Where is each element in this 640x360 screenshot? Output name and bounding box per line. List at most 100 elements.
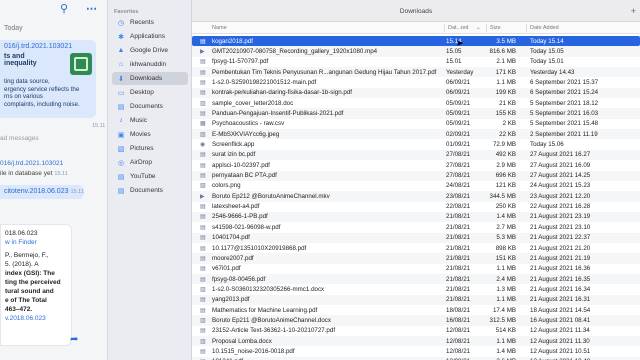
file-row[interactable]: ▤ 23152-Article Text-36362-1-10-20210727.…	[192, 326, 640, 336]
file-row[interactable]: ▤ applsci-10-02397.pdf 27/08/21 2.9 MB 27 Au…	[192, 160, 640, 170]
file-date-modified: 18/08/21	[446, 306, 471, 314]
file-row[interactable]: ▤ v67i01.pdf 21/08/21 1.1 MB 21 August 2021 …	[192, 264, 640, 274]
file-row[interactable]: ▥ Proposal Lomba.docx 12/08/21 1.1 MB 12 Aug…	[192, 336, 640, 347]
file-date-modified: 21/08/21	[446, 244, 471, 252]
file-row[interactable]: ▤ yang2013.pdf 21/08/21 1.1 MB 21 August 202…	[192, 294, 640, 306]
file-date-added: 12 August 2021 11.30	[530, 337, 590, 345]
folder-icon: ▤	[117, 103, 125, 111]
file-row[interactable]: ▥ Boruto Ep211 @BorutoAnimeChannel.docx 16…	[192, 315, 640, 326]
message-bubble[interactable]: citotenv.2018.06.023 15.11	[0, 185, 84, 199]
sidebar-item[interactable]: ▧ Pictures	[112, 142, 188, 155]
file-date-modified: 21/08/21	[446, 213, 471, 221]
message-link[interactable]: 016/j.trd.2021.103021	[4, 43, 92, 50]
citation-card[interactable]: 018.06.023 w in Finder P., Bermejo, F., …	[0, 224, 72, 346]
file-row[interactable]: ▤ pernyataan BC PTA.pdf 27/08/21 696 KB 27 A…	[192, 170, 640, 181]
file-row[interactable]: ▤ s41598-021-96098-w.pdf 21/08/21 2.7 MB 21 …	[192, 222, 640, 232]
column-date-modified[interactable]: Dat...ied	[448, 25, 468, 31]
video-file-icon: ▶	[200, 48, 205, 55]
message-link[interactable]: 016/j.trd.2021.103021	[0, 160, 63, 167]
more-icon[interactable]: ⋯	[86, 2, 97, 15]
message-bubble[interactable]: 016/j.trd.2021.103021 ts and inequality …	[0, 40, 96, 118]
sidebar-item[interactable]: ▤ Documents	[112, 100, 188, 113]
file-date-modified: 05/09/21	[446, 109, 471, 117]
file-row[interactable]: ▤ 10.1515_noise-2016-0018.pdf 12/08/21 1.4 …	[192, 347, 640, 357]
file-row[interactable]: ▤ Pembentukan Tim Teknis Penyusunan R...a…	[192, 67, 640, 78]
file-row[interactable]: ▤ 10401704.pdf 21/08/21 5.3 MB 21 August 202…	[192, 232, 640, 243]
sidebar-item[interactable]: ⌂ ikhwanuddin	[112, 58, 188, 71]
sidebar-item[interactable]: ▲ Google Drive	[112, 44, 188, 57]
file-row[interactable]: ▤ Panduan-Pengajuan-Insentif-Publikasi-20…	[192, 108, 640, 119]
pdf-file-icon: ▤	[200, 307, 206, 314]
file-row[interactable]: ▧ colors.png 24/08/21 121 KB 24 August 2021 …	[192, 181, 640, 191]
file-row[interactable]: ▤ kogan2018.pdf 15.14 3.5 MB Today 15.14	[192, 36, 640, 47]
file-row[interactable]: ▤ surat izin bc.pdf 27/08/21 492 KB 27 Augus…	[192, 149, 640, 161]
column-date-added[interactable]: Date Added	[530, 25, 559, 31]
column-name[interactable]: Name	[212, 25, 227, 31]
file-name: Screenflick.app	[212, 141, 255, 148]
file-row[interactable]: ▤ Mathematics for Machine Learning.pdf 18/…	[192, 305, 640, 315]
sidebar-item[interactable]: ◎ AirDrop	[112, 156, 188, 169]
file-name: latexsheet-a4.pdf	[212, 203, 260, 211]
pdf-file-icon: ▤	[200, 349, 206, 355]
file-date-modified: 21/08/21	[446, 234, 471, 242]
file-row[interactable]: ▤ 10.1177@1351010X20919868.pdf 21/08/21 898…	[192, 243, 640, 253]
file-row[interactable]: ▤ 1-s2.0-S2590198221001512-main.pdf 06/09/…	[192, 77, 640, 87]
card-text: P., Bermejo, F.,	[5, 252, 49, 259]
file-row[interactable]: ▥ 1-s2.0-S0360132320305266-mmc1.docx 21/08…	[192, 284, 640, 294]
file-name: Psychoacoustics - raw.csv	[212, 120, 285, 128]
file-row[interactable]: ▤ fpsyg-08-00456.pdf 21/08/21 2.4 MB 21 Augu…	[192, 274, 640, 285]
search-icon[interactable]: ⚲	[60, 2, 68, 15]
sidebar-item[interactable]: ▤ YouTube	[112, 170, 188, 183]
sidebar-item[interactable]: ♪ Music	[112, 114, 188, 127]
sidebar-item[interactable]: ⬇ Downloads	[112, 72, 188, 85]
document-file-icon: ▥	[200, 317, 206, 324]
message-link[interactable]: citotenv.2018.06.023	[4, 188, 68, 195]
sidebar-item-label: Music	[130, 117, 147, 124]
file-row[interactable]: ▤ latexsheet-a4.pdf 22/08/21 250 KB 22 Augus…	[192, 202, 640, 212]
file-row[interactable]: ▶ Boruto Ep212 @BorutoAnimeChannel.mkv 23/…	[192, 191, 640, 202]
sidebar-item[interactable]: ▣ Movies	[112, 128, 188, 141]
share-icon[interactable]: ➦	[70, 334, 78, 345]
show-in-finder-link[interactable]: w in Finder	[5, 238, 67, 247]
pdf-file-icon: ▤	[200, 110, 206, 117]
finder-sidebar: Favorites ◷ Recents ✱ Applications ▲ Google D…	[108, 0, 192, 360]
file-row[interactable]: ▦ Psychoacoustics - raw.csv 05/09/21 2 KB 5 …	[192, 119, 640, 129]
sidebar-item-label: Applications	[130, 33, 166, 40]
pdf-file-icon: ▤	[200, 38, 206, 45]
favorites-label: Favorites	[114, 9, 139, 15]
file-row[interactable]: ▧ E-MbSXKVIAYcc6g.jpeg 02/09/21 22 KB 2 Sept…	[192, 129, 640, 140]
home-icon: ⌂	[118, 61, 124, 68]
pdf-file-icon: ▤	[200, 235, 206, 242]
column-size[interactable]: Size	[490, 25, 501, 31]
picture-icon: ▧	[117, 145, 125, 153]
file-size: 155 KB	[495, 109, 516, 117]
add-tab-icon[interactable]: +	[631, 6, 636, 16]
file-size: 3.5 MB	[496, 37, 516, 45]
file-row[interactable]: ▥ sample_cover_letter2018.doc 05/09/21 21 K…	[192, 98, 640, 108]
pdf-file-icon: ▤	[200, 245, 206, 252]
file-date-modified: 21/08/21	[446, 275, 471, 283]
pdf-file-icon: ▤	[200, 328, 206, 335]
file-date-added: 21 August 2021 16.31	[530, 296, 591, 304]
pdf-file-icon: ▤	[200, 266, 206, 273]
file-row[interactable]: ▤ moore2007.pdf 21/08/21 151 KB 21 August 20…	[192, 253, 640, 264]
folder-icon: ▤	[117, 173, 125, 181]
card-text: e of The Total	[5, 297, 47, 304]
sidebar-item[interactable]: ✱ Applications	[112, 30, 188, 43]
finder-window: Favorites ◷ Recents ✱ Applications ▲ Google D…	[108, 0, 640, 360]
sidebar-item[interactable]: ▤ Documents	[112, 184, 188, 197]
sort-chevron-icon[interactable]: ⌄	[476, 25, 481, 31]
file-row[interactable]: ▤ 2546-9666-1-PB.pdf 21/08/21 1.4 MB 21 Augu…	[192, 211, 640, 223]
file-row[interactable]: ▶ GMT20210907-080758_Recording_gallery_19…	[192, 46, 640, 57]
card-link[interactable]: v.2018.06.023	[5, 314, 67, 323]
file-size: 2.4 MB	[496, 275, 516, 283]
file-row[interactable]: ▤ kontrak-perkuliahan-daring-fisika-dasar…	[192, 87, 640, 99]
sidebar-item[interactable]: ▭ Desktop	[112, 86, 188, 99]
file-size: 2.7 MB	[496, 223, 516, 231]
card-text: tural sound and	[5, 288, 54, 295]
document-file-icon: ▥	[200, 100, 206, 107]
sidebar-item[interactable]: ◷ Recents	[112, 16, 188, 29]
file-row[interactable]: ▤ fpsyg-11-570797.pdf 15.01 2.1 MB Today 15.…	[192, 57, 640, 67]
window-title: Downloads	[399, 8, 433, 15]
file-row[interactable]: ◉ Screenflick.app 01/09/21 72.9 MB Today 15.…	[192, 140, 640, 150]
